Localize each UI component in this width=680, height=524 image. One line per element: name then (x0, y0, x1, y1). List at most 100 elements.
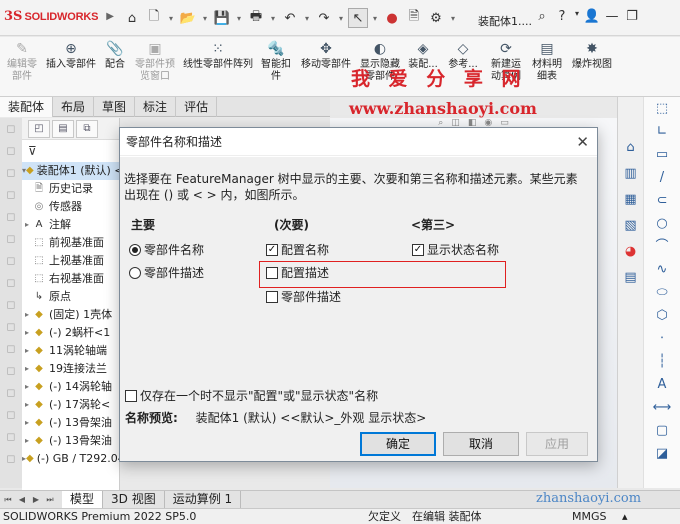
polygon-icon[interactable]: ⬡ (644, 304, 680, 327)
checkbox[interactable] (125, 389, 137, 402)
chevron-down-icon[interactable]: ▾ (234, 8, 244, 28)
apply-button[interactable]: 应用 (526, 432, 588, 456)
arc-icon[interactable]: ⌒ (644, 235, 680, 258)
chevron-right-icon[interactable]: ▸ (22, 432, 32, 450)
chevron-right-icon[interactable]: ▸ (22, 342, 32, 360)
part-icon[interactable]: ◻ (0, 426, 22, 448)
tab-assembly[interactable]: 装配体 (0, 97, 54, 117)
part-icon[interactable]: ◻ (0, 228, 22, 250)
secondary-option-config-name[interactable]: ✓ 配置名称 (266, 241, 329, 258)
part-icon[interactable]: ◻ (0, 184, 22, 206)
tab-sketch[interactable]: 草图 (94, 97, 136, 117)
line-icon[interactable]: / (644, 166, 680, 189)
view-palette-icon[interactable]: ▧ (618, 213, 643, 239)
part-icon[interactable]: ◻ (0, 382, 22, 404)
prev-tab-icon[interactable]: ◀ (16, 495, 28, 504)
sketch-icon[interactable]: ⬚ (644, 97, 680, 120)
chevron-right-icon[interactable]: ▸ (22, 324, 32, 342)
tab-motion-study[interactable]: 运动算例 1 (165, 490, 242, 509)
chevron-right-icon[interactable]: ▸ (22, 216, 32, 234)
last-tab-icon[interactable]: ⏭ (44, 495, 56, 505)
chevron-down-icon[interactable]: ▾ (268, 8, 278, 28)
tree-item-component[interactable]: ▸ ◆ (-) GB / T292.04角接触球轴承7006AC <2> (1) (22, 450, 119, 468)
chevron-right-icon[interactable]: ▸ (22, 306, 32, 324)
open-folder-icon[interactable]: 📂 (178, 8, 198, 28)
part-icon[interactable]: ◻ (0, 272, 22, 294)
cube-icon[interactable]: ▢ (644, 419, 680, 442)
cancel-button[interactable]: 取消 (443, 432, 519, 456)
status-units[interactable]: MMGS (572, 509, 607, 524)
checkbox-checked[interactable]: ✓ (266, 243, 278, 256)
tree-item-component[interactable]: ▸ ◆ 11涡轮轴端 (22, 342, 119, 360)
feature-tree-tab-icon[interactable]: ◰ (28, 119, 50, 138)
tree-item-sensors[interactable]: ◎ 传感器 (22, 198, 119, 216)
close-icon[interactable]: ✕ (576, 128, 589, 156)
tertiary-option-display-state-name[interactable]: ✓ 显示状态名称 (412, 241, 499, 258)
file-explorer-icon[interactable]: ▦ (618, 187, 643, 213)
chevron-right-icon[interactable]: ▸ (22, 360, 32, 378)
smart-fasteners-button[interactable]: 🔩 智能扣 件 (256, 37, 296, 97)
tree-root-assembly[interactable]: ▾ ◆ 装配体1 (默认) < (22, 162, 119, 180)
linear-pattern-button[interactable]: ⁙ 线性零部件阵列 (180, 37, 256, 97)
tree-item-component[interactable]: ▸ ◆ 19连接法兰 (22, 360, 119, 378)
tree-item-origin[interactable]: ↳ 原点 (22, 288, 119, 306)
part-icon[interactable]: ◻ (0, 316, 22, 338)
part-icon[interactable]: ◻ (0, 118, 22, 140)
first-tab-icon[interactable]: ⏮ (2, 495, 14, 505)
checkbox[interactable] (266, 266, 278, 279)
exploded-view-button[interactable]: ✸ 爆炸视图 (568, 37, 616, 97)
secondary-option-config-description[interactable]: 配置描述 (266, 264, 329, 281)
tab-evaluate[interactable]: 评估 (176, 97, 218, 117)
part-icon[interactable]: ◻ (0, 338, 22, 360)
tree-item-component[interactable]: ▸ ◆ (-) 2蜗杆<1 (22, 324, 119, 342)
tree-item-component[interactable]: ▸ ◆ (-) 13骨架油 (22, 414, 119, 432)
print-icon[interactable]: 🖶 (246, 8, 266, 28)
appearances-icon[interactable]: ◕ (618, 239, 643, 265)
tree-item-component[interactable]: ▸ ◆ (固定) 1壳体 (22, 306, 119, 324)
secondary-option-component-description[interactable]: 零部件描述 (266, 288, 341, 305)
property-manager-tab-icon[interactable]: ▤ (52, 119, 74, 138)
part-icon[interactable]: ◻ (0, 250, 22, 272)
circle-icon[interactable]: ○ (644, 212, 680, 235)
file-properties-icon[interactable]: 🗎 (404, 8, 424, 28)
filter-icon[interactable]: ⊽ (22, 140, 119, 162)
part-icon[interactable]: ◻ (0, 140, 22, 162)
slot-icon[interactable]: ⊂ (644, 189, 680, 212)
part-icon[interactable]: ◻ (0, 206, 22, 228)
chevron-down-icon[interactable]: ▾ (200, 8, 210, 28)
options-gear-icon[interactable]: ⚙ (426, 8, 446, 28)
tab-markup[interactable]: 标注 (135, 97, 177, 117)
ellipse-icon[interactable]: ⬭ (644, 281, 680, 304)
chevron-down-icon[interactable]: ▾ (370, 8, 380, 28)
checkbox[interactable] (266, 290, 278, 303)
search-commands-icon[interactable]: ⌕ (532, 9, 552, 24)
next-tab-icon[interactable]: ▶ (30, 495, 42, 504)
select-cursor-icon[interactable]: ↖ (348, 8, 368, 28)
primary-option-component-name[interactable]: 零部件名称 (129, 241, 204, 258)
save-icon[interactable]: 💾 (212, 8, 232, 28)
chevron-up-icon[interactable]: ▴ (622, 509, 628, 524)
part-icon[interactable]: ◻ (0, 162, 22, 184)
chevron-down-icon[interactable]: ▾ (572, 9, 582, 24)
custom-properties-icon[interactable]: ▤ (618, 265, 643, 291)
centerline-icon[interactable]: ┆ (644, 350, 680, 373)
configuration-manager-tab-icon[interactable]: ⧉ (76, 119, 98, 138)
user-account-icon[interactable]: 👤 (582, 9, 602, 24)
tab-3d-views[interactable]: 3D 视图 (103, 490, 165, 509)
tree-item-component[interactable]: ▸ ◆ (-) 17涡轮< (22, 396, 119, 414)
chevron-down-icon[interactable]: ▾ (336, 8, 346, 28)
chevron-right-icon[interactable]: ▸ (22, 396, 32, 414)
chevron-right-icon[interactable]: ▶ (106, 11, 114, 22)
part-icon[interactable]: ◻ (0, 360, 22, 382)
chevron-down-icon[interactable]: ▾ (302, 8, 312, 28)
point-icon[interactable]: ⋅ (644, 327, 680, 350)
insert-component-button[interactable]: ⊕ 插入零部件 (42, 37, 100, 97)
part-icon[interactable]: ◻ (0, 404, 22, 426)
text-icon[interactable]: A (644, 373, 680, 396)
redo-icon[interactable]: ↷ (314, 8, 334, 28)
tree-item-component[interactable]: ▸ ◆ (-) 14涡轮轴 (22, 378, 119, 396)
component-preview-button[interactable]: ▣ 零部件预 览窗口 (130, 37, 180, 97)
undo-icon[interactable]: ↶ (280, 8, 300, 28)
cube-icon[interactable]: ◪ (644, 442, 680, 465)
minimize-icon[interactable]: — (602, 9, 622, 24)
